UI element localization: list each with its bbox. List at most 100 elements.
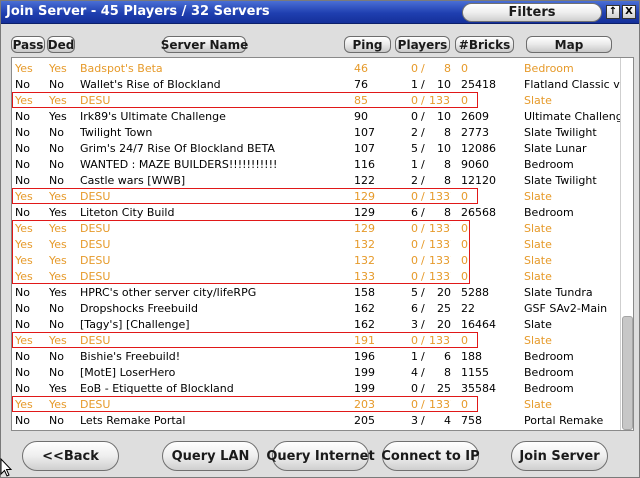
server-row[interactable]: No Yes Irk89's Ultimate Challenge 90 0 10 2609… [12,108,630,124]
cell-ping: 205 [354,414,375,427]
cell-bricks: 2609 [461,110,489,123]
cell-server-name: HPRC's other server city/lifeRPG [80,286,257,299]
cell-ping: 162 [354,302,375,315]
cell-bricks: 16464 [461,318,496,331]
server-row[interactable]: No No [Tagy's] [Challenge] 162 3 20 16464 Slate… [12,316,620,332]
close-icon[interactable]: X [622,5,636,19]
highlight-box [12,92,478,108]
cell-map: Bedroom [524,206,574,219]
server-row[interactable]: No Yes Liteton City Build 129 6 8 26568 Bedroom… [12,204,620,220]
cell-ded: No [49,318,64,331]
cell-bricks: 26568 [461,206,496,219]
filters-button[interactable]: Filters [462,3,602,22]
cell-map: Slate [524,334,552,347]
server-row[interactable]: No No WANTED : MAZE BUILDERS!!!!!!!!!!! 116… [12,156,620,172]
server-row[interactable]: Yes Yes Badspot's Beta 46 0 8 0 Bedroom / [12,60,620,76]
server-row[interactable]: No No Lets Remake Portal 205 3 4 758 Portal Rem… [12,412,620,428]
cell-ping: 129 [354,206,375,219]
cell-map: GSF SAv2-Main [524,302,608,315]
cell-ded: No [49,78,64,91]
server-row[interactable]: No No Castle wars [WWB] 122 2 8 12120 Slate Twi… [12,172,620,188]
query-lan-button[interactable]: Query LAN [162,441,259,471]
cell-ded: No [49,174,64,187]
cell-pass: No [15,350,30,363]
players-separator: / [421,158,425,171]
cell-pass: No [15,286,30,299]
column-header-server-name[interactable]: Server Name [161,36,248,53]
cell-players: 0 [411,382,418,395]
cell-pass: No [15,126,30,139]
cell-pass: No [15,78,30,91]
cell-bricks: 0 [461,62,468,75]
column-header-players[interactable]: Players [395,36,450,53]
cell-pass: No [15,302,30,315]
cell-players: 2 [411,174,418,187]
cell-map: Slate [524,222,552,235]
players-separator: / [421,414,425,427]
cell-server-name: EoB - Etiquette of Blockland [80,382,234,395]
cell-map: Bedroom [524,366,574,379]
server-list[interactable]: Yes Yes Badspot's Beta 46 0 8 0 Bedroom / No No Wal… [11,57,634,431]
column-header-ping[interactable]: Ping [344,36,391,53]
server-row[interactable]: No No Grim's 24/7 Rise Of Blockland BETA 10… [12,140,620,156]
cell-map: Bedroom [524,158,574,171]
server-row[interactable]: No No Wallet's Rise of Blockland 76 1 10 25418… [12,76,627,92]
cell-max-players: 8 [444,126,451,139]
cell-ping: 107 [354,142,375,155]
server-row[interactable]: No No [MotE] LoserHero 199 4 8 1155 Bedroom / [12,364,620,380]
cell-players: 6 [411,302,418,315]
cell-ded: Yes [49,382,67,395]
cell-bricks: 188 [461,350,482,363]
cell-bricks: 22 [461,302,475,315]
highlight-box [12,220,470,284]
cell-max-players: 20 [437,286,451,299]
cell-players: 1 [411,158,418,171]
server-row[interactable]: No No Bishie's Freebuild! 196 1 6 188 Bedroom / [12,348,620,364]
back-button[interactable]: <<Back [22,441,119,471]
cell-bricks: 35584 [461,382,496,395]
cell-server-name: [Tagy's] [Challenge] [80,318,190,331]
highlight-box [12,332,478,348]
title-bar[interactable]: Join Server - 45 Players / 32 Servers Fi… [1,1,639,24]
arrow-up-icon[interactable]: ↑ [606,5,620,19]
join-server-button[interactable]: Join Server [511,441,608,471]
cell-max-players: 8 [444,206,451,219]
column-header-pass[interactable]: Pass [11,36,45,53]
cell-server-name: WANTED : MAZE BUILDERS!!!!!!!!!!! [80,158,278,171]
cell-server-name: Bishie's Freebuild! [80,350,181,363]
cell-max-players: 25 [437,302,451,315]
server-row[interactable]: No No Dropshocks Freebuild 162 6 25 22 GSF SAv2… [12,300,620,316]
server-row[interactable]: No Yes HPRC's other server city/lifeRPG 158… [12,284,620,300]
cell-server-name: Grim's 24/7 Rise Of Blockland BETA [80,142,275,155]
cell-map: Slate [524,190,552,203]
cell-ded: Yes [49,110,67,123]
cell-players: 2 [411,126,418,139]
cell-pass: No [15,366,30,379]
cell-players: 1 [411,78,418,91]
cell-ded: No [49,126,64,139]
cell-server-name: Dropshocks Freebuild [80,302,198,315]
players-separator: / [421,142,425,155]
cell-players: 5 [411,286,418,299]
scroll-thumb[interactable] [622,316,633,430]
server-row[interactable]: No No Twilight Town 107 2 8 2773 Slate Twilight… [12,124,620,140]
server-row[interactable]: No Yes EoB - Etiquette of Blockland 199 0 25 3… [12,380,620,396]
cell-map: Slate Lunar [524,142,587,155]
cell-server-name: Wallet's Rise of Blockland [80,78,221,91]
cell-pass: No [15,174,30,187]
query-internet-button[interactable]: Query Internet [266,441,375,471]
cell-players: 5 [411,142,418,155]
connect-to-ip-button[interactable]: Connect to IP [381,441,480,471]
column-header-bricks[interactable]: #Bricks [455,36,514,53]
cell-map: Slate Twilight [524,126,597,139]
players-separator: / [421,382,425,395]
cell-bricks: 25418 [461,78,496,91]
players-separator: / [421,286,425,299]
column-header-map[interactable]: Map [526,36,612,53]
cell-server-name: Lets Remake Portal [80,414,186,427]
cell-pass: No [15,414,30,427]
players-separator: / [421,174,425,187]
column-header-ded[interactable]: Ded [47,36,75,53]
cell-ded: Yes [49,286,67,299]
scrollbar[interactable] [620,58,633,430]
